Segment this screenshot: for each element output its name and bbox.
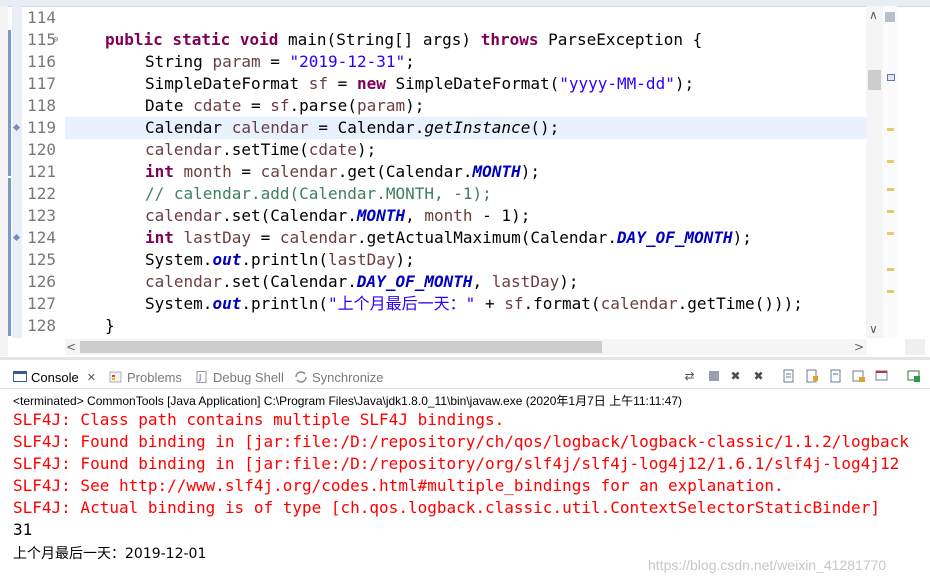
scroll-lock-icon[interactable]	[804, 368, 819, 383]
problems-icon	[109, 371, 123, 383]
console-error-line: SLF4J: Class path contains multiple SLF4…	[13, 410, 505, 429]
console-error-line: SLF4J: Actual binding is of type [ch.qos…	[13, 498, 880, 517]
line-number: 114	[27, 8, 56, 27]
overview-top-icon	[885, 12, 895, 22]
code-line-115: public static void main(String[] args) t…	[105, 30, 703, 49]
code-line-125: System.out.println(lastDay);	[145, 250, 415, 269]
horizontal-scroll-thumb[interactable]	[80, 341, 602, 353]
synchronize-icon	[294, 371, 308, 383]
overview-marker[interactable]	[887, 128, 894, 131]
overview-marker[interactable]	[887, 160, 894, 163]
line-number: 115	[27, 30, 56, 49]
tab-console[interactable]: Console ✕	[13, 364, 96, 390]
console-process-title: <terminated> CommonTools [Java Applicati…	[13, 394, 683, 408]
tab-label: Console	[31, 369, 79, 385]
tab-debug-shell[interactable]: J Debug Shell	[195, 364, 284, 390]
code-line-128: }	[105, 316, 115, 335]
overview-scroll-stub	[905, 339, 925, 355]
line-number: 128	[27, 316, 56, 335]
line-number: 120	[27, 140, 56, 159]
line-number: 125	[27, 250, 56, 269]
editor-left-border	[0, 6, 8, 356]
console-error-line: SLF4J: Found binding in [jar:file:/D:/re…	[13, 432, 909, 451]
console-output-line: 上个月最后一天：2019-12-01	[13, 546, 207, 562]
console-error-line: SLF4J: Found binding in [jar:file:/D:/re…	[13, 454, 900, 473]
clear-console-icon[interactable]	[781, 368, 796, 383]
console-output-line: 31	[13, 520, 33, 539]
display-selected-console-icon[interactable]	[874, 368, 889, 383]
line-number: 116	[27, 52, 56, 71]
line-number: 127	[27, 294, 56, 313]
word-wrap-icon[interactable]	[828, 368, 843, 383]
code-line-126: calendar.set(Calendar.DAY_OF_MONTH, last…	[145, 272, 579, 291]
remove-launch-icon[interactable]: ✖	[728, 368, 743, 383]
console-error-line: SLF4J: See http://www.slf4j.org/codes.ht…	[13, 476, 784, 495]
debug-shell-icon: J	[195, 371, 209, 383]
open-console-icon[interactable]	[906, 368, 921, 383]
code-line-120: calendar.setTime(cdate);	[145, 140, 377, 159]
code-line-116: String param = "2019-12-31";	[145, 52, 415, 71]
line-number: 121	[27, 162, 56, 181]
line-number: 126	[27, 272, 56, 291]
tab-label: Debug Shell	[213, 369, 284, 385]
code-line-118: Date cdate = sf.parse(param);	[145, 96, 425, 115]
editor-tab-strip	[0, 0, 930, 7]
annotation-ruler[interactable]	[12, 6, 22, 338]
overview-marker[interactable]	[887, 188, 894, 191]
line-number: 123	[27, 206, 56, 225]
code-line-124: int lastDay = calendar.getActualMaximum(…	[145, 228, 752, 247]
scroll-down-icon[interactable]: ∨	[869, 322, 878, 336]
line-number: 118	[27, 96, 56, 115]
code-line-123: calendar.set(Calendar.MONTH, month - 1);	[145, 206, 531, 225]
editor-separator	[0, 357, 930, 360]
change-overview-bar	[8, 6, 11, 338]
overview-marker[interactable]	[887, 210, 894, 213]
code-line-121: int month = calendar.get(Calendar.MONTH)…	[145, 162, 540, 181]
overview-blue-marker[interactable]	[887, 74, 895, 81]
svg-text:J: J	[198, 373, 201, 382]
line-number: 122	[27, 184, 56, 203]
code-line-119: Calendar calendar = Calendar.getInstance…	[145, 118, 560, 137]
overview-ruler[interactable]	[883, 6, 897, 338]
overview-marker[interactable]	[887, 290, 894, 293]
scroll-up-icon[interactable]: ∧	[869, 8, 878, 22]
tab-synchronize[interactable]: Synchronize	[294, 364, 384, 390]
console-icon	[13, 371, 27, 383]
overview-marker[interactable]	[887, 268, 894, 271]
line-number: 117	[27, 74, 56, 93]
terminate-icon[interactable]	[706, 368, 721, 383]
close-icon[interactable]: ✕	[87, 371, 96, 384]
code-line-127: System.out.println("上个月最后一天：" + sf.forma…	[145, 294, 803, 313]
watermark: https://blog.csdn.net/weixin_41281770	[648, 557, 887, 573]
scroll-right-icon[interactable]: >	[854, 340, 864, 354]
code-line-122: // calendar.add(Calendar.MONTH, -1);	[145, 184, 492, 203]
pin-console-icon[interactable]: ⇄	[682, 368, 697, 383]
line-number: 124	[27, 228, 56, 247]
change-marker	[8, 30, 11, 176]
change-marker	[8, 178, 11, 336]
remove-all-terminated-icon[interactable]: ✖	[751, 368, 766, 383]
tab-label: Synchronize	[312, 369, 384, 385]
fold-collapse-icon[interactable]: ⊖	[53, 29, 58, 51]
code-line-117: SimpleDateFormat sf = new SimpleDateForm…	[145, 74, 695, 93]
tab-problems[interactable]: Problems	[109, 364, 182, 390]
line-number: 119	[27, 118, 56, 137]
tab-label: Problems	[127, 369, 182, 385]
overview-marker[interactable]	[887, 232, 894, 235]
vertical-scroll-thumb[interactable]	[868, 70, 881, 90]
scroll-left-icon[interactable]: <	[66, 340, 76, 354]
show-on-output-icon[interactable]	[851, 368, 866, 383]
vertical-scrollbar[interactable]	[866, 6, 883, 338]
